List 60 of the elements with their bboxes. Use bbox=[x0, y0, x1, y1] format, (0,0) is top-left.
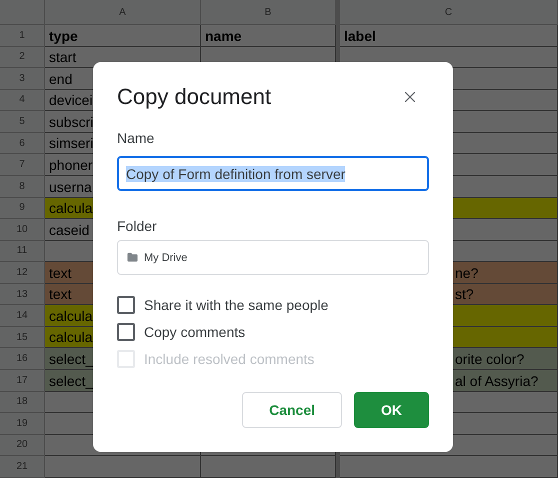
column-header[interactable]: B bbox=[201, 0, 336, 25]
cell-text: label bbox=[344, 28, 376, 44]
checkbox-label: Share it with the same people bbox=[144, 297, 328, 313]
column-header[interactable]: C bbox=[340, 0, 558, 25]
row-number[interactable]: 8 bbox=[0, 176, 45, 198]
cell-text: subscri bbox=[49, 114, 94, 130]
row-number[interactable]: 6 bbox=[0, 132, 45, 154]
cell-text: type bbox=[49, 28, 78, 44]
checkbox-label: Include resolved comments bbox=[144, 351, 314, 367]
cell-text: orite color? bbox=[455, 351, 524, 367]
row-number[interactable]: 20 bbox=[0, 434, 45, 456]
row-number[interactable]: 1 bbox=[0, 25, 45, 47]
folder-field[interactable]: My Drive bbox=[117, 240, 429, 275]
cell-text: ne? bbox=[455, 264, 478, 281]
row-number[interactable]: 7 bbox=[0, 154, 45, 176]
row-number[interactable]: 11 bbox=[0, 240, 45, 262]
cell-text: calcula bbox=[49, 308, 93, 324]
field-label: Folder bbox=[117, 218, 158, 234]
cell-text: simseri bbox=[49, 135, 94, 152]
cell-text: calcula bbox=[49, 200, 93, 216]
cell-text: text bbox=[49, 286, 72, 302]
cell-text: al of Assyria? bbox=[455, 372, 538, 389]
row-number[interactable]: 9 bbox=[0, 198, 45, 220]
folder-icon bbox=[127, 252, 138, 263]
row-number[interactable]: 16 bbox=[0, 348, 45, 370]
column-header[interactable]: A bbox=[45, 0, 201, 25]
folder-name: My Drive bbox=[144, 252, 188, 264]
row-number[interactable]: 2 bbox=[0, 46, 45, 68]
dialog-title: Copy document bbox=[117, 84, 272, 110]
cell-text: userna bbox=[49, 178, 92, 194]
checkbox-label: Copy comments bbox=[144, 324, 246, 340]
checkbox[interactable] bbox=[117, 323, 135, 341]
row-number[interactable]: 12 bbox=[0, 262, 45, 284]
name-field[interactable]: Copy of Form definition from server bbox=[117, 156, 429, 191]
row-number[interactable]: 3 bbox=[0, 68, 45, 90]
cell-text: caseid bbox=[49, 222, 90, 238]
row-number[interactable]: 13 bbox=[0, 284, 45, 306]
cell-text: select_ bbox=[49, 372, 94, 389]
row-number[interactable]: 17 bbox=[0, 370, 45, 392]
row-number[interactable]: 15 bbox=[0, 326, 45, 348]
row-number[interactable]: 5 bbox=[0, 111, 45, 133]
cell-text: calcula bbox=[49, 329, 93, 346]
cell-text: phoner bbox=[49, 156, 93, 173]
row-number[interactable]: 10 bbox=[0, 219, 45, 241]
row-number[interactable]: 14 bbox=[0, 305, 45, 327]
cell-text: st? bbox=[455, 286, 474, 302]
cancel-button[interactable]: Cancel bbox=[242, 392, 342, 428]
row-number[interactable]: 4 bbox=[0, 90, 45, 112]
cell-text: select_ bbox=[49, 351, 94, 367]
cell-text: end bbox=[49, 70, 72, 87]
field-label: Name bbox=[117, 130, 156, 146]
cell-text: devicei bbox=[49, 92, 93, 108]
row-number[interactable]: 19 bbox=[0, 413, 45, 435]
cell-text: start bbox=[49, 49, 76, 66]
row-number[interactable]: 21 bbox=[0, 456, 45, 478]
cell-text: name bbox=[205, 28, 242, 44]
row-number[interactable]: 18 bbox=[0, 392, 45, 414]
cell-text: text bbox=[49, 264, 72, 281]
ok-button[interactable]: OK bbox=[354, 392, 429, 428]
checkbox[interactable] bbox=[117, 296, 135, 314]
